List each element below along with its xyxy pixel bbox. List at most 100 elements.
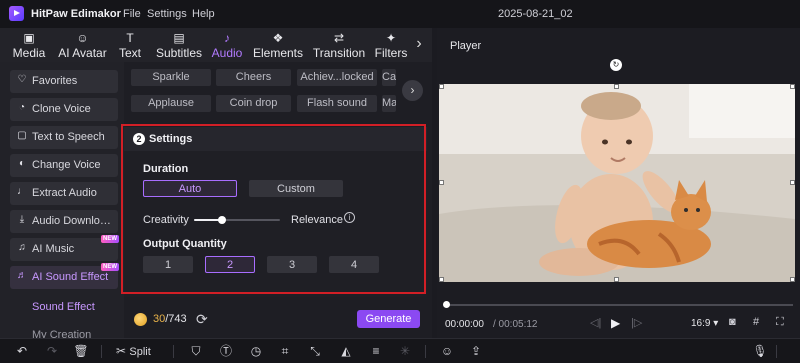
sidebar-item-favorites[interactable]: ♡ Favorites bbox=[10, 70, 118, 93]
sfx-chip[interactable]: Ca bbox=[382, 69, 396, 86]
crop-icon[interactable]: ⌗ bbox=[277, 343, 293, 359]
adjust-icon[interactable]: ≡ bbox=[368, 343, 384, 359]
tab-transition[interactable]: ⇄ Transition bbox=[310, 28, 368, 62]
sidebar-item-ai-music[interactable]: ♫ AI Music NEW bbox=[10, 235, 119, 261]
slider-thumb[interactable] bbox=[217, 216, 226, 224]
generate-button[interactable]: Generate bbox=[357, 310, 420, 328]
resize-handle[interactable] bbox=[790, 84, 795, 89]
quantity-4-button[interactable]: 4 bbox=[329, 256, 379, 273]
ai-music-icon: ♫ bbox=[18, 242, 26, 253]
sidebar-item-label: Text to Speech bbox=[32, 131, 105, 143]
tab-elements[interactable]: ❖ Elements bbox=[252, 28, 304, 62]
quantity-2-button[interactable]: 2 bbox=[205, 256, 255, 273]
resize-handle[interactable] bbox=[439, 277, 444, 282]
relevance-label: Relevance bbox=[291, 214, 343, 226]
resize-handle[interactable] bbox=[439, 180, 444, 185]
sfx-chip[interactable]: Sparkle bbox=[131, 69, 211, 86]
video-preview[interactable] bbox=[439, 84, 795, 282]
fullscreen-icon[interactable]: ⛶ bbox=[776, 316, 784, 329]
sfx-chip[interactable]: Coin drop bbox=[216, 95, 291, 112]
tab-subtitles[interactable]: ▤ Subtitles bbox=[151, 28, 207, 62]
resize-icon[interactable]: ⤡ bbox=[307, 343, 323, 359]
tab-media-label: Media bbox=[12, 46, 46, 60]
refresh-icon[interactable]: ⟳ bbox=[196, 311, 208, 328]
tab-transition-label: Transition bbox=[312, 46, 366, 60]
quantity-1-button[interactable]: 1 bbox=[143, 256, 193, 273]
tab-audio-label: Audio bbox=[211, 46, 243, 60]
coin-icon bbox=[134, 313, 147, 326]
next-frame-icon[interactable]: |▷ bbox=[631, 316, 642, 329]
resize-handle[interactable] bbox=[614, 277, 619, 282]
creativity-label: Creativity bbox=[143, 214, 189, 226]
sidebar-item-text-to-speech[interactable]: ▢ Text to Speech bbox=[10, 126, 118, 149]
sidebar-subitem-my-creation[interactable]: My Creation bbox=[32, 329, 91, 338]
microphone-icon: ♩ bbox=[17, 186, 27, 197]
sidebar-item-label: Audio Downlo… bbox=[32, 215, 111, 227]
delete-icon[interactable]: 🗑 bbox=[73, 343, 89, 359]
snapshot-icon[interactable]: ◙ bbox=[729, 316, 736, 328]
tab-ai-avatar[interactable]: ☺ AI Avatar bbox=[55, 28, 110, 62]
duration-custom-button[interactable]: Custom bbox=[249, 180, 343, 197]
rotate-handle-icon[interactable]: ↻ bbox=[610, 59, 622, 71]
app-name: HitPaw Edimakor bbox=[31, 8, 121, 20]
freeze-frame-icon[interactable]: ⛉ bbox=[188, 343, 204, 359]
sidebar-item-extract-audio[interactable]: ♩ Extract Audio bbox=[10, 182, 118, 205]
toolbar-divider bbox=[776, 345, 777, 358]
tab-audio[interactable]: ♪ Audio bbox=[208, 28, 246, 62]
creativity-relevance-slider[interactable] bbox=[194, 216, 280, 224]
sidebar-subitem-sound-effect[interactable]: Sound Effect bbox=[32, 301, 95, 313]
new-badge: NEW bbox=[101, 235, 119, 243]
tab-filters-label: Filters bbox=[374, 46, 408, 60]
mirror-icon[interactable]: ◭ bbox=[338, 343, 354, 359]
text-tool-icon[interactable]: Ⓣ bbox=[218, 343, 234, 359]
timeline-playhead[interactable] bbox=[443, 301, 450, 308]
sfx-chip[interactable]: Achiev...locked bbox=[297, 69, 377, 86]
aspect-ratio-value: 16:9 bbox=[691, 318, 711, 329]
previous-frame-icon[interactable]: ◁| bbox=[590, 316, 601, 329]
split-button[interactable]: ✂ Split bbox=[116, 343, 160, 359]
menu-help[interactable]: Help bbox=[192, 8, 215, 20]
sidebar-item-audio-download[interactable]: ⤓ Audio Downlo… bbox=[10, 210, 118, 233]
playback-timeline[interactable] bbox=[443, 301, 793, 308]
sfx-chip[interactable]: Flash sound bbox=[297, 95, 377, 112]
resize-handle[interactable] bbox=[790, 180, 795, 185]
sfx-chip[interactable]: Ma bbox=[382, 95, 396, 112]
duration-auto-button[interactable]: Auto bbox=[143, 180, 237, 197]
heart-icon: ♡ bbox=[17, 74, 27, 85]
toolbar-divider bbox=[173, 345, 174, 358]
toolbar-divider bbox=[101, 345, 102, 358]
mosaic-icon[interactable]: ✳ bbox=[397, 343, 413, 359]
quantity-3-button[interactable]: 3 bbox=[267, 256, 317, 273]
chips-next-chevron-icon[interactable]: › bbox=[402, 80, 423, 101]
face-icon[interactable]: ☺ bbox=[439, 343, 455, 359]
credits-used: 30 bbox=[153, 313, 166, 325]
tab-filters[interactable]: ✦ Filters bbox=[373, 28, 409, 62]
grid-icon[interactable]: # bbox=[753, 316, 759, 328]
undo-icon[interactable]: ↶ bbox=[14, 343, 30, 359]
elements-icon: ❖ bbox=[272, 31, 284, 45]
tab-media[interactable]: ▣ Media bbox=[8, 28, 50, 62]
resize-handle[interactable] bbox=[439, 84, 444, 89]
sidebar-item-change-voice[interactable]: ◐ Change Voice bbox=[10, 154, 118, 177]
play-icon[interactable]: ▶ bbox=[611, 316, 620, 330]
redo-icon[interactable]: ↷ bbox=[44, 343, 60, 359]
total-time: / 00:05:12 bbox=[493, 319, 538, 330]
sidebar-item-label: Clone Voice bbox=[32, 103, 91, 115]
microphone-record-icon[interactable]: 🎙 bbox=[752, 343, 768, 359]
tab-text[interactable]: T Text bbox=[114, 28, 146, 62]
sidebar-item-ai-sound-effect[interactable]: ♬ AI Sound Effect NEW bbox=[10, 263, 119, 289]
category-tabs: ▣ Media ☺ AI Avatar T Text ▤ Subtitles ♪… bbox=[0, 28, 432, 62]
export-frame-icon[interactable]: ⇪ bbox=[468, 343, 484, 359]
aspect-ratio-dropdown[interactable]: 16:9 ▾ bbox=[691, 318, 718, 329]
sfx-chip[interactable]: Cheers bbox=[216, 69, 291, 86]
credits-bar: 30/743 ⟳ Generate bbox=[124, 304, 432, 338]
tabs-next-chevron-icon[interactable]: › bbox=[410, 36, 428, 54]
info-icon[interactable]: i bbox=[344, 212, 355, 223]
sidebar-item-clone-voice[interactable]: ◔ Clone Voice bbox=[10, 98, 118, 121]
resize-handle[interactable] bbox=[790, 277, 795, 282]
menu-file[interactable]: File bbox=[123, 8, 141, 20]
sfx-chip[interactable]: Applause bbox=[131, 95, 211, 112]
menu-settings[interactable]: Settings bbox=[147, 8, 187, 20]
speed-icon[interactable]: ◷ bbox=[248, 343, 264, 359]
resize-handle[interactable] bbox=[614, 84, 619, 89]
